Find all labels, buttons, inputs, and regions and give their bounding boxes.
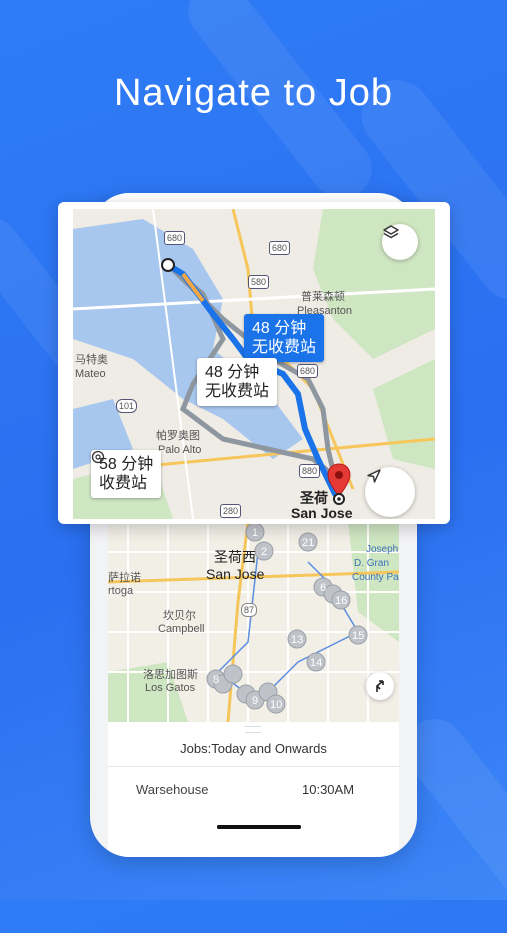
- highway-87-shield: 87: [241, 603, 258, 617]
- marker-label: 2: [261, 546, 268, 558]
- jobs-map[interactable]: 1 2 21 6 15 16 13 14 8 9 10 圣荷西 San Jose…: [108, 522, 399, 722]
- job-row[interactable]: Warsehouse 10:30AM: [108, 770, 399, 808]
- marker-label: 16: [335, 595, 348, 607]
- route-note: 收费站: [99, 475, 148, 492]
- marker-label: 10: [270, 699, 283, 711]
- highway-580-shield: 580: [248, 275, 270, 289]
- map-label-destination-cn: 圣荷: [300, 490, 328, 506]
- map-label-mateo-cn: 马特奥: [75, 354, 108, 366]
- marker-label: 15: [352, 630, 365, 642]
- marker-label: 1: [252, 527, 259, 539]
- route-option-primary[interactable]: 48 分钟 无收费站: [244, 314, 325, 362]
- marker-label: 21: [302, 537, 315, 549]
- marker-label: 14: [310, 657, 323, 669]
- route-option-toll[interactable]: 58 分钟 收费站: [91, 450, 162, 498]
- map-label-losgatos-en: Los Gatos: [145, 682, 196, 694]
- map-label-joseph-1: Joseph: [366, 544, 399, 555]
- map-label-mateo-en: Mateo: [75, 368, 106, 380]
- map-label-ratoga-en: rtoga: [108, 585, 134, 597]
- home-indicator: [217, 825, 301, 829]
- toll-icon: [91, 450, 105, 464]
- map-label-campbell-cn: 坎贝尔: [163, 610, 196, 622]
- route-option-alt[interactable]: 48 分钟 无收费站: [197, 358, 278, 406]
- highway-280-shield: 280: [220, 504, 242, 518]
- map-label-pleasanton-cn: 普莱森顿: [301, 291, 345, 303]
- highway-680-shield: 680: [297, 364, 319, 378]
- layers-button[interactable]: [382, 224, 418, 260]
- job-time: 10:30AM: [302, 782, 355, 797]
- job-location: Warsehouse: [136, 782, 209, 797]
- marker-label: 13: [291, 634, 304, 646]
- route-card: 680 680 580 680 101 880 280 普莱森顿 Pleasan…: [58, 202, 450, 524]
- marker-label: 8: [213, 674, 220, 686]
- route-note: 无收费站: [205, 383, 270, 400]
- map-label-joseph-3: County Pa: [352, 572, 399, 583]
- route-duration: 48 分钟: [205, 364, 260, 381]
- route-fork-icon: [376, 680, 384, 692]
- map-label-ratoga-cn: 萨拉诺: [108, 572, 141, 584]
- highway-880-shield: 880: [299, 464, 321, 478]
- route-note: 无收费站: [252, 339, 317, 356]
- marker-label: 9: [252, 695, 259, 707]
- route-duration: 48 分钟: [252, 320, 307, 337]
- map-label-destination-en: San Jose: [291, 505, 353, 520]
- route-map[interactable]: 680 680 580 680 101 880 280 普莱森顿 Pleasan…: [73, 209, 435, 519]
- map-label-paloalto-cn: 帕罗奥图: [156, 430, 200, 442]
- panel-handle[interactable]: [245, 726, 261, 733]
- map-label-sanjose-cn: 圣荷西: [214, 549, 256, 565]
- destination-ring-icon: [333, 493, 345, 505]
- map-label-campbell-en: Campbell: [158, 623, 205, 635]
- route-optimize-button[interactable]: [366, 672, 394, 700]
- route-duration: 58 分钟: [99, 456, 154, 473]
- highway-680-shield: 680: [269, 241, 291, 255]
- layers-icon: [383, 225, 399, 239]
- my-location-button[interactable]: [365, 467, 415, 517]
- highway-680-shield: 680: [164, 231, 186, 245]
- jobs-divider: [108, 766, 399, 767]
- route-note-row: 收费站: [91, 450, 153, 493]
- highway-101-shield: 101: [116, 399, 138, 413]
- marker-label: 6: [320, 582, 327, 594]
- map-label-paloalto-en: Palo Alto: [158, 444, 202, 456]
- navigation-arrow-icon: [367, 469, 381, 483]
- map-label-sanjose-en: San Jose: [206, 566, 265, 582]
- map-label-losgatos-cn: 洛思加图斯: [143, 669, 198, 681]
- jobs-title: Jobs:Today and Onwards: [180, 741, 327, 756]
- page-title: Navigate to Job: [113, 72, 394, 114]
- map-label-joseph-2: D. Gran: [354, 558, 390, 569]
